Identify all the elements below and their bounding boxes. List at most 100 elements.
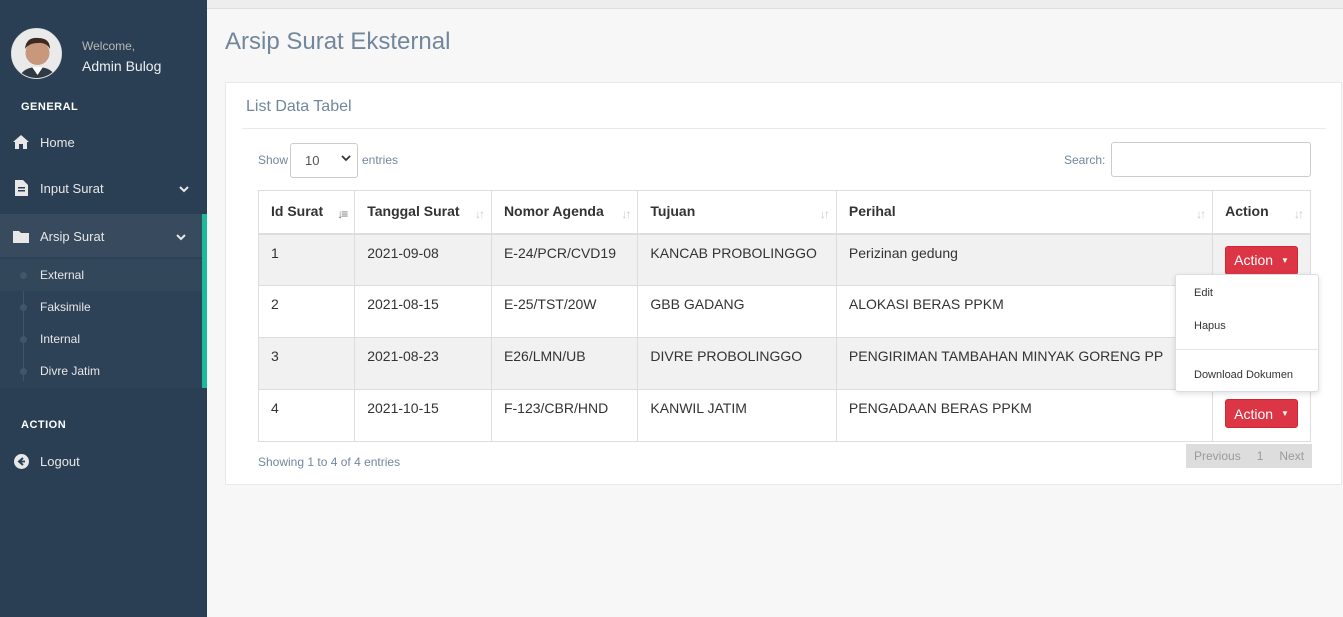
divider [242, 128, 1326, 129]
column-header-label: Tanggal Surat [367, 203, 460, 219]
column-header-nomor[interactable]: Nomor Agenda ↓↑ [490, 190, 639, 235]
menu-item-hapus[interactable]: Hapus [1194, 320, 1226, 332]
sidebar-subitem-external[interactable]: External [0, 259, 202, 291]
action-button[interactable]: Action ▼ [1225, 245, 1298, 275]
chevron-down-icon [179, 181, 189, 196]
document-icon [13, 180, 29, 196]
sort-asc-icon: ↓≡ [337, 207, 348, 221]
cell-action: Action ▼ [1212, 389, 1311, 442]
cell-perihal: ALOKASI BERAS PPKM [835, 285, 1214, 338]
top-nav [207, 0, 1343, 9]
sidebar-subitem-faksimile[interactable]: Faksimile [0, 291, 202, 323]
column-header-tanggal[interactable]: Tanggal Surat ↓↑ [354, 190, 492, 235]
column-header-tujuan[interactable]: Tujuan ↓↑ [637, 190, 837, 235]
sidebar-item-arsip-surat[interactable]: Arsip Surat [0, 214, 207, 258]
cell-id: 4 [257, 389, 356, 442]
page-size-select[interactable]: 10 [290, 143, 358, 178]
cell-nomor: F-123/CBR/HND [490, 389, 639, 442]
sidebar-item-input-surat[interactable]: Input Surat [0, 166, 207, 210]
sort-icon: ↓↑ [1294, 207, 1304, 221]
column-header-label: Id Surat [271, 203, 324, 219]
page-size-value: 10 [305, 153, 320, 168]
next-button[interactable]: Next [1271, 444, 1312, 468]
bullet-icon [20, 367, 27, 375]
section-title-action: ACTION [21, 419, 67, 431]
cell-perihal: PENGADAAN BERAS PPKM [835, 389, 1214, 442]
cell-id: 2 [257, 285, 356, 338]
sort-icon: ↓↑ [474, 207, 485, 221]
cell-tanggal: 2021-10-15 [354, 389, 492, 442]
table-info: Showing 1 to 4 of 4 entries [258, 455, 401, 469]
caret-down-icon: ▼ [1281, 409, 1289, 418]
table-row: 2 2021-08-15 E-25/TST/20W GBB GADANG ALO… [257, 285, 1311, 338]
active-indicator [202, 214, 207, 388]
menu-item-download[interactable]: Download Dokumen [1194, 369, 1293, 381]
avatar [11, 28, 62, 79]
panel-title: List Data Tabel [246, 98, 352, 115]
chevron-down-icon [341, 154, 351, 165]
entries-label: entries [362, 153, 399, 167]
column-header-label: Tujuan [650, 203, 696, 219]
table-row: 3 2021-08-23 E26/LMN/UB DIVRE PROBOLINGG… [257, 337, 1311, 390]
cell-tujuan: GBB GADANG [637, 285, 837, 338]
caret-down-icon: ▼ [1281, 255, 1289, 265]
sort-icon: ↓↑ [621, 207, 631, 221]
cell-id: 3 [257, 337, 356, 390]
cell-tanggal: 2021-08-23 [354, 337, 492, 390]
pagination: Previous 1 Next [1186, 444, 1313, 468]
bullet-icon [20, 335, 27, 343]
column-header-label: Perihal [848, 203, 896, 219]
cell-tanggal: 2021-09-08 [354, 233, 492, 286]
sidebar-item-label: Logout [40, 453, 80, 469]
action-dropdown-menu: Edit Hapus Download Dokumen [1175, 274, 1319, 392]
sidebar-subitem-divre-jatim[interactable]: Divre Jatim [0, 355, 202, 387]
menu-item-edit[interactable]: Edit [1194, 287, 1213, 299]
cell-nomor: E-24/PCR/CVD19 [490, 233, 639, 286]
column-header-label: Action [1225, 203, 1269, 219]
cell-perihal: PENGIRIMAN TAMBAHAN MINYAK GORENG PP [835, 337, 1214, 390]
table-header-row: Id Surat ↓≡ Tanggal Surat ↓↑ Nomor Agenda ↓… [257, 190, 1311, 235]
column-header-id[interactable]: Id Surat ↓≡ [257, 190, 356, 235]
cell-tujuan: DIVRE PROBOLINGGO [637, 337, 837, 390]
sidebar-item-home[interactable]: Home [0, 120, 207, 164]
folder-icon [13, 228, 29, 244]
chevron-down-icon [176, 229, 186, 244]
cell-nomor: E-25/TST/20W [490, 285, 639, 338]
welcome-text: Welcome, [82, 39, 136, 53]
show-label: Show [258, 153, 289, 167]
sidebar-subitem-label: Faksimile [40, 300, 91, 314]
bullet-icon [20, 271, 27, 279]
bullet-icon [20, 303, 27, 311]
cell-tujuan: KANCAB PROBOLINGGO [637, 233, 837, 286]
search-label: Search: [1064, 153, 1106, 167]
divider [1176, 349, 1318, 350]
sort-icon: ↓↑ [1196, 207, 1206, 221]
column-header-perihal[interactable]: Perihal ↓↑ [835, 190, 1214, 235]
page-title: Arsip Surat Eksternal [225, 28, 451, 55]
sidebar-subitem-internal[interactable]: Internal [0, 323, 202, 355]
action-button-label: Action [1234, 405, 1274, 422]
search-input[interactable] [1111, 142, 1311, 177]
sidebar-subitem-label: Internal [40, 332, 81, 346]
table-row: 4 2021-10-15 F-123/CBR/HND KANWIL JATIM … [257, 389, 1311, 442]
data-table: Id Surat ↓≡ Tanggal Surat ↓↑ Nomor Agenda ↓… [257, 190, 1311, 442]
sidebar-item-label: Arsip Surat [40, 228, 105, 244]
table-row: 1 2021-09-08 E-24/PCR/CVD19 KANCAB PROBO… [257, 233, 1311, 286]
page-button-1[interactable]: 1 [1249, 444, 1272, 468]
previous-button[interactable]: Previous [1186, 444, 1249, 468]
column-header-action[interactable]: Action ↓↑ [1212, 190, 1311, 235]
sidebar-item-label: Input Surat [40, 180, 104, 196]
sidebar-item-logout[interactable]: Logout [0, 439, 207, 483]
cell-tujuan: KANWIL JATIM [637, 389, 837, 442]
logout-icon [13, 453, 29, 469]
user-name: Admin Bulog [82, 58, 162, 74]
section-title-general: GENERAL [21, 101, 79, 113]
sidebar: Welcome, Admin Bulog GENERAL Home Input … [0, 0, 207, 617]
sort-icon: ↓↑ [819, 207, 830, 221]
action-button-label: Action [1234, 252, 1274, 268]
sidebar-subitem-label: Divre Jatim [40, 364, 101, 378]
sidebar-subitem-label: External [40, 268, 85, 282]
action-button[interactable]: Action ▼ [1225, 399, 1298, 428]
sidebar-item-label: Home [40, 134, 75, 150]
cell-tanggal: 2021-08-15 [354, 285, 492, 338]
